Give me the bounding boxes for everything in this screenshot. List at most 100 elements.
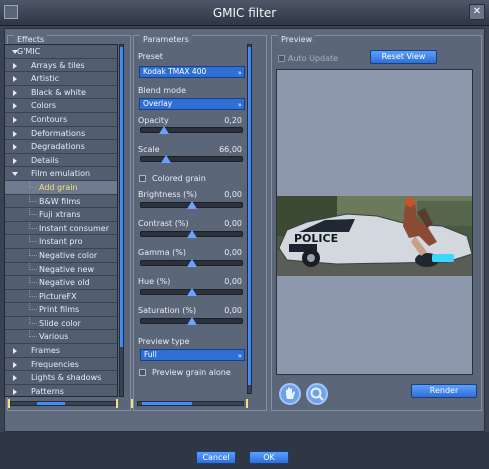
collapsed-arrow-icon[interactable]: [13, 116, 17, 123]
tree-connector: [29, 180, 37, 188]
title-bar: GMIC filter ✕: [0, 0, 489, 26]
tree-item-label: Film emulation: [31, 169, 91, 179]
slider-knob[interactable]: [186, 201, 197, 209]
tree-item[interactable]: Instant consumer: [5, 221, 117, 236]
zoom-icon[interactable]: [306, 383, 328, 405]
tree-item[interactable]: Slide color: [5, 316, 117, 331]
brightness-value: 0,00: [224, 190, 242, 199]
parameters-vscrollbar[interactable]: [247, 44, 252, 394]
hue-slider[interactable]: [140, 288, 243, 296]
parameters-hscroll-thumb[interactable]: [142, 402, 192, 405]
gamma-slider[interactable]: [140, 259, 243, 267]
slider-knob[interactable]: [186, 230, 197, 238]
tree-folder[interactable]: Patterns: [5, 384, 117, 396]
collapsed-arrow-icon[interactable]: [13, 157, 17, 164]
effects-hscrollbar[interactable]: [10, 401, 117, 406]
tree-folder[interactable]: Film emulation: [5, 167, 117, 181]
effects-hscroll-thumb[interactable]: [37, 402, 65, 405]
preset-value: Kodak TMAX 400: [143, 67, 207, 76]
tree-item-label: Instant consumer: [39, 223, 109, 233]
close-icon[interactable]: ✕: [469, 4, 485, 20]
preset-select[interactable]: Kodak TMAX 400 »: [139, 66, 245, 78]
parameters-resize-handle-right[interactable]: [246, 399, 248, 408]
tree-folder[interactable]: Frequencies: [5, 357, 117, 372]
hue-value: 0,00: [224, 277, 242, 286]
tree-item-label: Deformations: [31, 128, 86, 138]
preview-area[interactable]: POLICE: [276, 69, 473, 375]
expanded-arrow-icon[interactable]: [12, 172, 18, 177]
slider-knob[interactable]: [186, 288, 197, 296]
render-button[interactable]: Render: [411, 384, 477, 398]
scale-value: 66,00: [219, 145, 242, 154]
tree-item-label: Contours: [31, 114, 68, 124]
tree-item-label: Print films: [39, 305, 80, 315]
preview-type-select[interactable]: Full »: [140, 349, 245, 361]
tree-item[interactable]: Fuji xtrans: [5, 208, 117, 222]
tree-item[interactable]: Instant pro: [5, 235, 117, 249]
tree-root[interactable]: G'MIC: [5, 45, 117, 59]
scale-slider[interactable]: [140, 155, 243, 163]
effects-vscrollbar[interactable]: [119, 44, 124, 397]
tree-folder[interactable]: Lights & shadows: [5, 371, 117, 385]
tree-folder[interactable]: Details: [5, 153, 117, 168]
preview-image: POLICE: [277, 70, 472, 374]
contrast-slider[interactable]: [140, 230, 243, 238]
colored-grain-checkbox[interactable]: [139, 175, 146, 182]
blend-mode-select[interactable]: Overlay »: [139, 98, 245, 110]
collapsed-arrow-icon[interactable]: [13, 76, 17, 83]
tree-item-selected[interactable]: Add grain: [5, 180, 117, 195]
hand-tool-icon[interactable]: [279, 383, 301, 405]
collapsed-arrow-icon[interactable]: [13, 375, 17, 382]
opacity-label: Opacity: [138, 116, 169, 125]
slider-knob[interactable]: [161, 155, 172, 163]
tree-folder[interactable]: Contours: [5, 112, 117, 127]
collapsed-arrow-icon[interactable]: [13, 388, 17, 395]
tree-folder[interactable]: Arrays & tiles: [5, 58, 117, 73]
collapsed-arrow-icon[interactable]: [13, 144, 17, 151]
collapsed-arrow-icon[interactable]: [13, 89, 17, 96]
cancel-button[interactable]: Cancel: [196, 451, 236, 464]
slider-knob[interactable]: [186, 259, 197, 267]
tree-folder[interactable]: Frames: [5, 344, 117, 358]
effects-tree[interactable]: G'MIC Arrays & tiles Artistic Black & whit…: [4, 44, 118, 397]
preview-title: Preview: [278, 35, 316, 44]
parameters-resize-handle-left[interactable]: [131, 399, 133, 408]
collapsed-arrow-icon[interactable]: [13, 130, 17, 137]
gamma-label: Gamma (%): [138, 248, 186, 257]
tree-item[interactable]: Various: [5, 330, 117, 345]
tree-folder[interactable]: Black & white: [5, 85, 117, 100]
effects-resize-handle-left[interactable]: [8, 399, 10, 408]
tree-item[interactable]: B&W films: [5, 194, 117, 209]
effects-resize-handle-right[interactable]: [116, 399, 118, 408]
slider-knob[interactable]: [159, 126, 170, 134]
tree-item[interactable]: Negative new: [5, 262, 117, 277]
tree-connector: [29, 276, 37, 284]
tree-item[interactable]: Negative color: [5, 248, 117, 263]
tree-item-label: Arrays & tiles: [31, 60, 85, 70]
parameters-vscroll-thumb[interactable]: [248, 47, 251, 385]
tree-item[interactable]: PictureFX: [5, 289, 117, 304]
collapsed-arrow-icon[interactable]: [13, 361, 17, 368]
gamma-value: 0,00: [224, 248, 242, 257]
tree-connector: [29, 303, 37, 311]
tree-folder[interactable]: Deformations: [5, 126, 117, 141]
collapsed-arrow-icon[interactable]: [13, 62, 17, 69]
preview-grain-alone-checkbox[interactable]: [139, 369, 146, 376]
opacity-slider[interactable]: [140, 126, 243, 134]
slider-knob[interactable]: [186, 317, 197, 325]
reset-view-button[interactable]: Reset View: [370, 50, 437, 64]
collapsed-arrow-icon[interactable]: [13, 348, 17, 355]
tree-item[interactable]: Print films: [5, 303, 117, 317]
saturation-slider[interactable]: [140, 317, 243, 325]
auto-update-checkbox[interactable]: [278, 55, 285, 62]
tree-folder[interactable]: Colors: [5, 99, 117, 113]
tree-folder[interactable]: Degradations: [5, 140, 117, 154]
brightness-slider[interactable]: [140, 201, 243, 209]
tree-item[interactable]: Negative old: [5, 276, 117, 290]
collapsed-arrow-icon[interactable]: [13, 103, 17, 110]
colored-grain-label: Colored grain: [152, 174, 206, 183]
effects-vscroll-thumb[interactable]: [120, 47, 123, 347]
parameters-hscrollbar[interactable]: [137, 401, 244, 406]
tree-folder[interactable]: Artistic: [5, 72, 117, 86]
ok-button[interactable]: OK: [249, 451, 289, 464]
